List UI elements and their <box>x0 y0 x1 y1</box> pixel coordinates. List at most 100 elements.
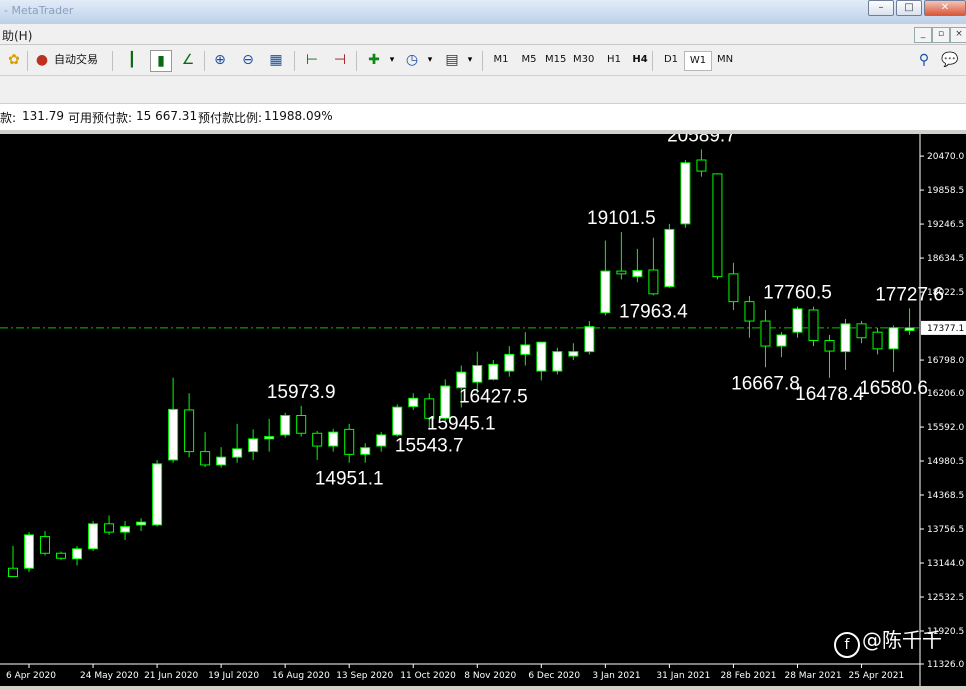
templates-icon[interactable]: ▤ <box>442 50 462 70</box>
bull-candle-body <box>552 351 563 372</box>
bull-candle-body <box>88 523 99 550</box>
candlestick-chart-icon[interactable]: ▮ <box>150 50 172 72</box>
bull-candle-body <box>488 363 499 380</box>
bull-candle-body <box>584 326 595 353</box>
mdi-minimize-button[interactable]: _ <box>914 27 932 43</box>
bull-candle-body <box>568 351 579 357</box>
bull-candle-body <box>632 270 643 278</box>
time-tick-label: 21 Jun 2020 <box>144 671 198 681</box>
watermark-text: @陈千千 <box>862 628 942 652</box>
window-titlebar: - MetaTrader – □ ✕ <box>0 0 966 24</box>
periods-clock-icon[interactable]: ◷ <box>402 50 422 70</box>
price-tick-label: 20470.0 <box>927 152 964 162</box>
bar-chart-icon[interactable]: ┃ <box>122 50 142 70</box>
tile-windows-icon[interactable]: ▦ <box>266 50 286 70</box>
timeframe-h4[interactable]: H4 <box>627 51 653 69</box>
bull-candle-body <box>232 448 243 458</box>
close-button[interactable]: ✕ <box>924 0 966 16</box>
bear-candle-body <box>200 451 211 466</box>
minimize-button[interactable]: – <box>868 0 894 16</box>
bull-candle-body <box>168 408 179 461</box>
toolbar-separator <box>27 51 28 71</box>
chevron-down-icon[interactable]: ▾ <box>420 50 440 70</box>
bear-candle-body <box>728 273 739 303</box>
price-tick-label: 11326.0 <box>927 660 964 670</box>
menu-help[interactable]: 助(H) <box>2 27 32 44</box>
time-tick-label: 24 May 2020 <box>80 671 139 681</box>
price-tick-label: 18634.5 <box>927 254 964 264</box>
toolbar-separator <box>204 51 205 71</box>
timeframe-mn[interactable]: MN <box>712 51 738 69</box>
bear-candle-body <box>824 340 835 352</box>
price-tick-label: 17377.1 <box>927 324 964 334</box>
candlestick-chart[interactable]: 20470.019858.519246.518634.518022.517377… <box>0 125 966 686</box>
bear-candle-body <box>184 409 195 453</box>
search-icon[interactable]: ⚲ <box>914 50 934 70</box>
price-annotation: 15945.1 <box>427 413 496 434</box>
margin-level-value: 11988.09% <box>264 109 333 123</box>
price-annotation: 15543.7 <box>395 436 464 457</box>
price-annotation: 17760.5 <box>763 283 832 304</box>
bull-candle-body <box>600 270 611 314</box>
time-tick-label: 6 Dec 2020 <box>528 671 580 681</box>
price-tick-label: 16206.0 <box>927 389 964 399</box>
chevron-down-icon[interactable]: ▾ <box>460 50 480 70</box>
autoscroll-icon[interactable]: ⊣ <box>330 50 350 70</box>
bear-candle-body <box>696 159 707 172</box>
price-annotation: 16667.8 <box>731 373 800 394</box>
balance-label: 款: <box>0 111 17 125</box>
line-chart-icon[interactable]: ∠ <box>178 50 198 70</box>
zoom-out-icon[interactable]: ⊖ <box>238 50 258 70</box>
margin-level-label: 预付款比例: <box>198 111 263 125</box>
toolbar: ✿ ● 自动交易 ┃ ▮ ∠ ⊕ ⊖ ▦ ⊢ ⊣ ✚ ▾ ◷ ▾ ▤ ▾ M1 … <box>0 45 966 76</box>
price-annotation: 20589.7 <box>667 134 736 146</box>
timeframe-m1[interactable]: M1 <box>488 51 514 69</box>
bear-candle-body <box>744 301 755 322</box>
bull-candle-body <box>504 353 515 372</box>
price-annotation: 16427.5 <box>459 387 528 408</box>
bull-candle-body <box>280 414 291 436</box>
mdi-close-button[interactable]: × <box>950 27 966 43</box>
toolbar-separator <box>482 51 483 71</box>
price-tick-label: 13756.5 <box>927 525 964 535</box>
auto-trading-icon[interactable]: ● <box>32 50 52 70</box>
timeframe-m30[interactable]: M30 <box>570 51 597 69</box>
timeframe-h1[interactable]: H1 <box>601 51 627 69</box>
experts-icon[interactable]: ✿ <box>4 50 24 70</box>
watermark: f @陈千千 <box>834 624 942 658</box>
timeframe-w1[interactable]: W1 <box>684 51 712 71</box>
toolbar-spacer <box>0 76 966 103</box>
maximize-button[interactable]: □ <box>896 0 922 16</box>
price-tick-label: 14980.5 <box>927 457 964 467</box>
bull-candle-body <box>408 397 419 408</box>
chart-shift-icon[interactable]: ⊢ <box>302 50 322 70</box>
zoom-in-icon[interactable]: ⊕ <box>210 50 230 70</box>
bull-candle-body <box>360 447 371 455</box>
bear-candle-body <box>616 270 627 275</box>
timeframe-d1[interactable]: D1 <box>658 51 684 69</box>
price-tick-label: 19858.5 <box>927 186 964 196</box>
chevron-down-icon[interactable]: ▾ <box>382 50 402 70</box>
auto-trading-button[interactable]: 自动交易 <box>54 49 98 71</box>
bear-candle-body <box>344 428 355 455</box>
bull-candle-body <box>120 526 131 533</box>
price-chart[interactable]: 20470.0 19858.5 19246.5 18634.5 18022.5 17377… <box>0 125 966 686</box>
mdi-restore-button[interactable]: ▫ <box>932 27 950 43</box>
indicators-icon[interactable]: ✚ <box>364 50 384 70</box>
price-tick-label: 13144.0 <box>927 559 964 569</box>
bull-candle-body <box>328 431 339 447</box>
bull-candle-body <box>136 521 147 526</box>
timeframe-m15[interactable]: M15 <box>542 51 569 69</box>
balance-value: 131.79 <box>22 109 64 123</box>
price-annotation: 17727.6 <box>875 284 944 305</box>
price-annotation: 19101.5 <box>587 208 656 229</box>
time-tick-label: 28 Feb 2021 <box>720 671 776 681</box>
timeframe-m5[interactable]: M5 <box>516 51 542 69</box>
time-tick-label: 19 Jul 2020 <box>208 671 259 681</box>
bull-candle-body <box>24 534 35 569</box>
bear-candle-body <box>760 320 771 347</box>
bull-candle-body <box>152 463 163 526</box>
bull-candle-body <box>904 327 915 332</box>
chat-bubbles-icon[interactable]: 💬 <box>940 50 960 70</box>
bull-candle-body <box>392 406 403 436</box>
